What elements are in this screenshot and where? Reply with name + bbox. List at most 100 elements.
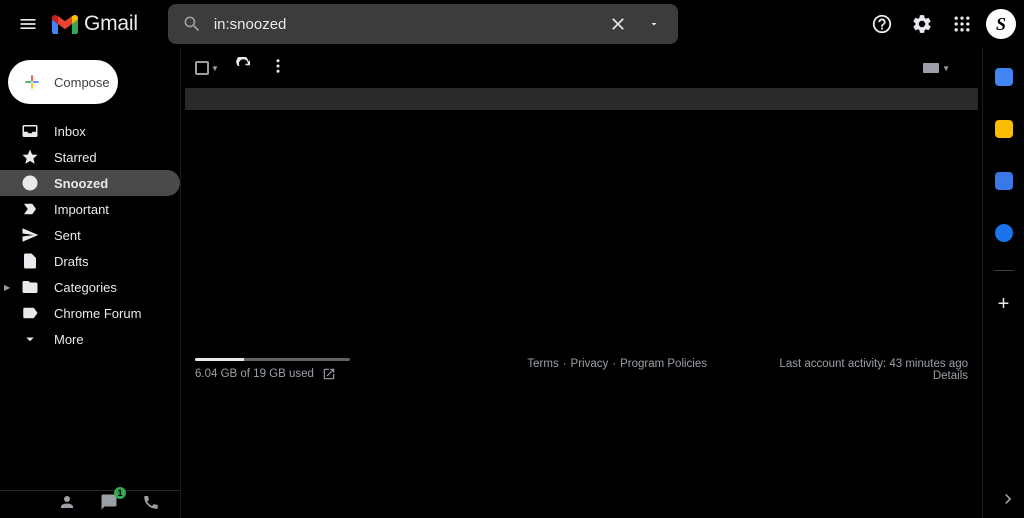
sidebar-item-more[interactable]: More	[0, 326, 180, 352]
sidebar-item-inbox[interactable]: Inbox	[0, 118, 180, 144]
caret-right-icon: ▶	[4, 283, 10, 292]
sidebar-item-important[interactable]: Important	[0, 196, 180, 222]
terms-link[interactable]: Terms	[527, 358, 558, 370]
keep-addon-button[interactable]	[989, 114, 1019, 144]
empty-message-row	[185, 88, 978, 110]
sidebar-item-label: Chrome Forum	[54, 306, 141, 321]
phone-icon	[142, 493, 160, 511]
chat-badge: 1	[114, 487, 126, 499]
sidebar-item-label: Categories	[54, 280, 117, 295]
clock-icon	[20, 173, 40, 193]
search-input[interactable]	[210, 16, 600, 33]
google-apps-button[interactable]	[942, 4, 982, 44]
person-icon	[58, 493, 76, 511]
sidebar-item-label: Starred	[54, 150, 97, 165]
hangouts-contacts-button[interactable]	[58, 493, 76, 516]
account-avatar[interactable]: S	[986, 9, 1016, 39]
calendar-addon-button[interactable]	[989, 62, 1019, 92]
open-in-new-icon[interactable]	[322, 367, 336, 381]
main-content: ▼ ▼ 6.04 GB of 19 GB used	[180, 48, 982, 518]
search-button[interactable]	[174, 6, 210, 42]
send-icon	[20, 225, 40, 245]
sidebar-item-categories[interactable]: ▶ Categories	[0, 274, 180, 300]
search-bar	[168, 4, 678, 44]
sidebar-item-drafts[interactable]: Drafts	[0, 248, 180, 274]
search-icon	[182, 14, 202, 34]
footer: 6.04 GB of 19 GB used Terms·Privacy·Prog…	[195, 358, 968, 382]
refresh-icon	[235, 57, 253, 75]
gmail-m-icon	[52, 14, 78, 34]
folder-nav: Inbox Starred Snoozed Important Sent Dra…	[0, 118, 180, 352]
app-header: Gmail S	[0, 0, 1024, 48]
chevron-down-icon	[20, 329, 40, 349]
hangouts-bar: 1	[0, 490, 180, 518]
sidebar-item-label: Snoozed	[54, 176, 108, 191]
apps-grid-icon	[952, 14, 972, 34]
more-vertical-icon	[269, 57, 287, 75]
hide-side-panel-button[interactable]	[998, 489, 1018, 514]
star-icon	[20, 147, 40, 167]
gmail-wordmark: Gmail	[84, 12, 138, 36]
side-panel: +	[982, 48, 1024, 518]
sidebar-item-label: Important	[54, 202, 109, 217]
caret-down-icon: ▼	[211, 64, 219, 73]
activity-section: Last account activity: 43 minutes ago De…	[779, 358, 968, 382]
chevron-right-icon	[998, 489, 1018, 509]
get-addons-button[interactable]: +	[998, 293, 1010, 316]
keep-icon	[995, 120, 1013, 138]
policies-link[interactable]: Program Policies	[620, 358, 707, 370]
sidebar-item-snoozed[interactable]: Snoozed	[0, 170, 180, 196]
plus-icon: +	[998, 293, 1010, 315]
sidebar-item-starred[interactable]: Starred	[0, 144, 180, 170]
sidebar-item-label: Inbox	[54, 124, 86, 139]
support-button[interactable]	[862, 4, 902, 44]
storage-progress	[195, 358, 350, 361]
compose-button[interactable]: Compose	[8, 60, 118, 104]
tasks-icon	[995, 172, 1013, 190]
sidebar-item-sent[interactable]: Sent	[0, 222, 180, 248]
tasks-addon-button[interactable]	[989, 166, 1019, 196]
plus-icon	[22, 72, 42, 92]
sidebar-item-chrome-forum[interactable]: Chrome Forum	[0, 300, 180, 326]
storage-text: 6.04 GB of 19 GB used	[195, 368, 314, 380]
input-tools-button[interactable]: ▼	[923, 63, 950, 73]
inbox-icon	[20, 121, 40, 141]
compose-label: Compose	[54, 75, 110, 90]
footer-links: Terms·Privacy·Program Policies	[455, 358, 779, 382]
sidebar-item-label: More	[54, 332, 84, 347]
divider	[994, 270, 1014, 271]
settings-button[interactable]	[902, 4, 942, 44]
more-actions-button[interactable]	[269, 57, 287, 80]
mail-toolbar: ▼ ▼	[181, 48, 982, 88]
contacts-icon	[995, 224, 1013, 242]
sidebar-item-label: Sent	[54, 228, 81, 243]
caret-down-icon: ▼	[942, 64, 950, 73]
hamburger-icon	[18, 14, 38, 34]
contacts-addon-button[interactable]	[989, 218, 1019, 248]
storage-section: 6.04 GB of 19 GB used	[195, 358, 455, 382]
file-icon	[20, 251, 40, 271]
details-link[interactable]: Details	[779, 370, 968, 382]
hangouts-phone-button[interactable]	[142, 493, 160, 516]
activity-text: Last account activity: 43 minutes ago	[779, 358, 968, 370]
hangouts-chat-button[interactable]: 1	[100, 493, 118, 516]
checkbox-icon	[195, 61, 209, 75]
left-sidebar: Compose Inbox Starred Snoozed Important …	[0, 48, 180, 518]
keyboard-icon	[923, 63, 939, 73]
search-options-button[interactable]	[636, 6, 672, 42]
close-icon	[608, 14, 628, 34]
label-icon	[20, 303, 40, 323]
select-all-checkbox[interactable]: ▼	[195, 61, 219, 75]
privacy-link[interactable]: Privacy	[571, 358, 609, 370]
gmail-logo[interactable]: Gmail	[52, 12, 138, 36]
folder-icon	[20, 277, 40, 297]
clear-search-button[interactable]	[600, 6, 636, 42]
gear-icon	[911, 13, 933, 35]
calendar-icon	[995, 68, 1013, 86]
caret-down-icon	[648, 18, 660, 30]
important-icon	[20, 199, 40, 219]
refresh-button[interactable]	[235, 57, 253, 80]
sidebar-item-label: Drafts	[54, 254, 89, 269]
main-menu-button[interactable]	[8, 4, 48, 44]
help-icon	[871, 13, 893, 35]
